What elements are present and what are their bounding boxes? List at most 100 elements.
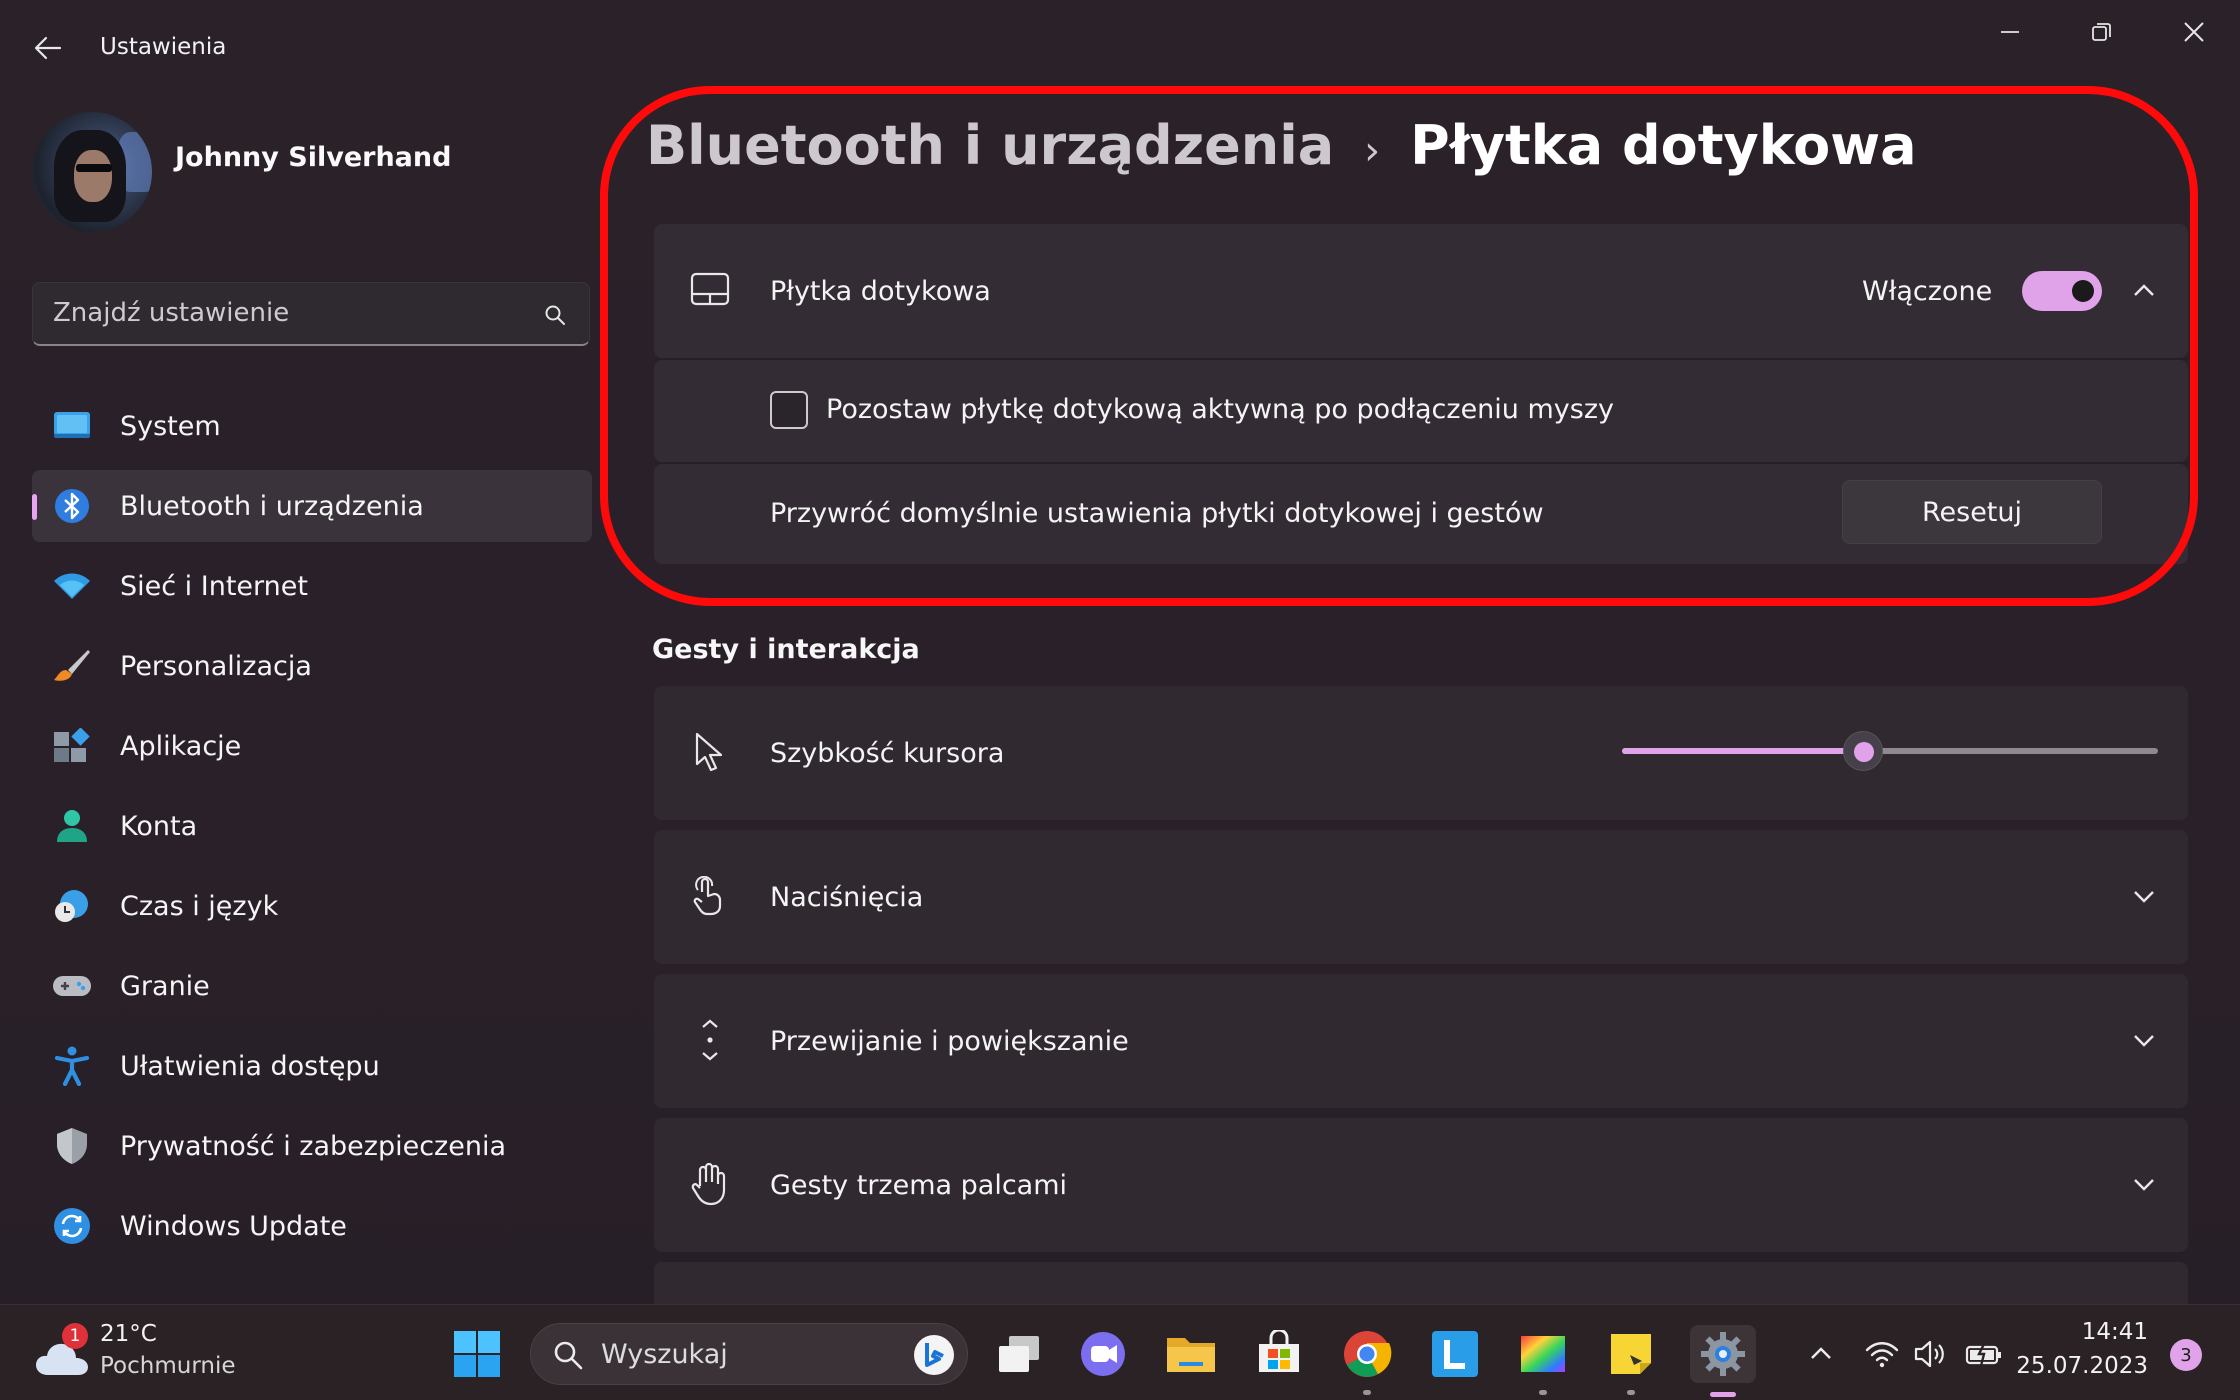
chevron-down-icon[interactable]: [2130, 1170, 2158, 1198]
clock-time[interactable]: 14:41: [2082, 1319, 2148, 1345]
minimize-button[interactable]: [1964, 0, 2056, 64]
weather-badge: 1: [62, 1323, 88, 1349]
slider-thumb[interactable]: [1843, 731, 1884, 771]
profile-name: Johnny Silverhand: [175, 142, 452, 173]
speaker-icon: [1914, 1340, 1944, 1368]
l-app-button[interactable]: [1426, 1325, 1484, 1383]
sidebar-item-accounts[interactable]: Konta: [32, 790, 592, 862]
l-app-icon: [1432, 1331, 1478, 1377]
taskbar: 1 21°C Pochmurnie Wyszukaj 14:41 25.07.2…: [0, 1304, 2240, 1400]
shield-icon: [52, 1128, 92, 1164]
avatar[interactable]: [32, 112, 152, 232]
settings-app-button[interactable]: [1690, 1325, 1756, 1397]
settings-search[interactable]: [32, 282, 590, 346]
arrow-left-icon: [34, 36, 62, 60]
chevron-up-icon: [1811, 1347, 1831, 1359]
chrome-button[interactable]: [1338, 1325, 1396, 1395]
file-explorer-button[interactable]: [1162, 1325, 1220, 1383]
chevron-down-icon[interactable]: [2130, 882, 2158, 910]
sidebar-item-windows-update[interactable]: Windows Update: [32, 1190, 592, 1262]
taps-card[interactable]: Naciśnięcia: [654, 830, 2188, 964]
battery-tray[interactable]: [1962, 1325, 2006, 1383]
teams-chat-button[interactable]: [1074, 1325, 1132, 1383]
sidebar-item-network[interactable]: Sieć i Internet: [32, 550, 592, 622]
touchpad-label: Płytka dotykowa: [770, 276, 991, 307]
volume-tray[interactable]: [1910, 1325, 1950, 1383]
partial-card[interactable]: [654, 1262, 2188, 1304]
touchpad-toggle[interactable]: [2022, 271, 2102, 311]
bing-icon[interactable]: [913, 1334, 955, 1376]
app-title: Ustawienia: [100, 34, 227, 60]
wifi-icon: [1865, 1342, 1899, 1368]
back-button[interactable]: [22, 22, 74, 74]
update-icon: [52, 1208, 92, 1244]
minimize-icon: [2001, 31, 2019, 33]
store-icon: [1259, 1330, 1299, 1372]
running-indicator: [1627, 1390, 1635, 1395]
start-button[interactable]: [448, 1325, 506, 1383]
clock-date[interactable]: 25.07.2023: [2016, 1353, 2148, 1379]
active-indicator: [32, 494, 37, 520]
breadcrumb-parent[interactable]: Bluetooth i urządzenia: [646, 114, 1334, 177]
weather-temp[interactable]: 21°C: [100, 1321, 157, 1347]
scroll-zoom-card[interactable]: Przewijanie i powiększanie: [654, 974, 2188, 1108]
sidebar-item-accessibility[interactable]: Ułatwienia dostępu: [32, 1030, 592, 1102]
section-title: Gesty i interakcja: [652, 634, 920, 665]
chevron-down-icon[interactable]: [2130, 1026, 2158, 1054]
settings-window: Ustawienia Johnny Silverhand System: [0, 0, 2240, 1304]
sticky-notes-button[interactable]: [1602, 1325, 1660, 1395]
sidebar-item-label: Bluetooth i urządzenia: [120, 491, 424, 522]
network-tray[interactable]: [1862, 1325, 1902, 1383]
taskbar-search[interactable]: [530, 1323, 968, 1385]
sidebar-item-gaming[interactable]: Granie: [32, 950, 592, 1022]
reset-button[interactable]: Resetuj: [1842, 480, 2102, 544]
chevron-up-icon[interactable]: [2130, 276, 2158, 304]
three-finger-card[interactable]: Gesty trzema palcami: [654, 1118, 2188, 1252]
display-icon: [52, 408, 92, 444]
touchpad-toggle-card[interactable]: Płytka dotykowa Włączone: [654, 224, 2188, 358]
search-icon[interactable]: [543, 303, 567, 327]
sidebar-item-system[interactable]: System: [32, 390, 592, 462]
task-view-button[interactable]: [990, 1325, 1048, 1383]
battery-icon: [1965, 1341, 2001, 1367]
keep-active-label[interactable]: Pozostaw płytkę dotykową aktywną po podł…: [826, 394, 1614, 425]
keep-active-checkbox[interactable]: [770, 391, 808, 429]
weather-desc[interactable]: Pochmurnie: [100, 1353, 236, 1379]
wifi-icon: [52, 568, 92, 604]
sidebar-item-personalization[interactable]: Personalizacja: [32, 630, 592, 702]
sidebar-item-apps[interactable]: Aplikacje: [32, 710, 592, 782]
sidebar-item-time-language[interactable]: Czas i język: [32, 870, 592, 942]
cursor-speed-slider[interactable]: [1622, 731, 2158, 771]
reset-label: Przywróć domyślnie ustawienia płytki dot…: [770, 498, 1544, 529]
sidebar-item-label: Granie: [120, 971, 210, 1002]
restore-button[interactable]: [2056, 0, 2148, 64]
task-view-icon: [999, 1336, 1039, 1372]
taskbar-search-input[interactable]: [601, 1334, 881, 1374]
folder-icon: [1167, 1338, 1215, 1372]
person-icon: [52, 808, 92, 844]
sidebar-item-label: Ułatwienia dostępu: [120, 1051, 380, 1082]
close-button[interactable]: [2148, 0, 2240, 64]
notification-badge[interactable]: 3: [2170, 1339, 2202, 1371]
sidebar-item-label: Prywatność i zabezpieczenia: [120, 1131, 506, 1162]
weather-widget[interactable]: 1: [30, 1323, 94, 1383]
chat-icon: [1081, 1332, 1125, 1376]
sidebar-item-label: Konta: [120, 811, 198, 842]
sidebar-item-privacy[interactable]: Prywatność i zabezpieczenia: [32, 1110, 592, 1182]
running-indicator: [1539, 1390, 1547, 1395]
color-app-button[interactable]: [1514, 1325, 1572, 1395]
store-button[interactable]: [1250, 1325, 1308, 1383]
show-hidden-icons-button[interactable]: [1792, 1325, 1850, 1383]
sticky-notes-icon: [1611, 1334, 1651, 1374]
row-label: Gesty trzema palcami: [770, 1170, 1068, 1201]
sidebar-item-bluetooth[interactable]: Bluetooth i urządzenia: [32, 470, 592, 542]
search-input[interactable]: [53, 283, 533, 343]
keep-active-row: Pozostaw płytkę dotykową aktywną po podł…: [654, 360, 2188, 462]
title-bar: Ustawienia: [0, 0, 2240, 96]
sidebar-item-label: System: [120, 411, 221, 442]
sidebar-item-label: Czas i język: [120, 891, 279, 922]
clock-globe-icon: [52, 888, 92, 924]
close-icon: [2184, 22, 2204, 42]
active-app-indicator: [1710, 1392, 1736, 1397]
breadcrumb: Bluetooth i urządzenia › Płytka dotykowa: [646, 114, 1917, 177]
